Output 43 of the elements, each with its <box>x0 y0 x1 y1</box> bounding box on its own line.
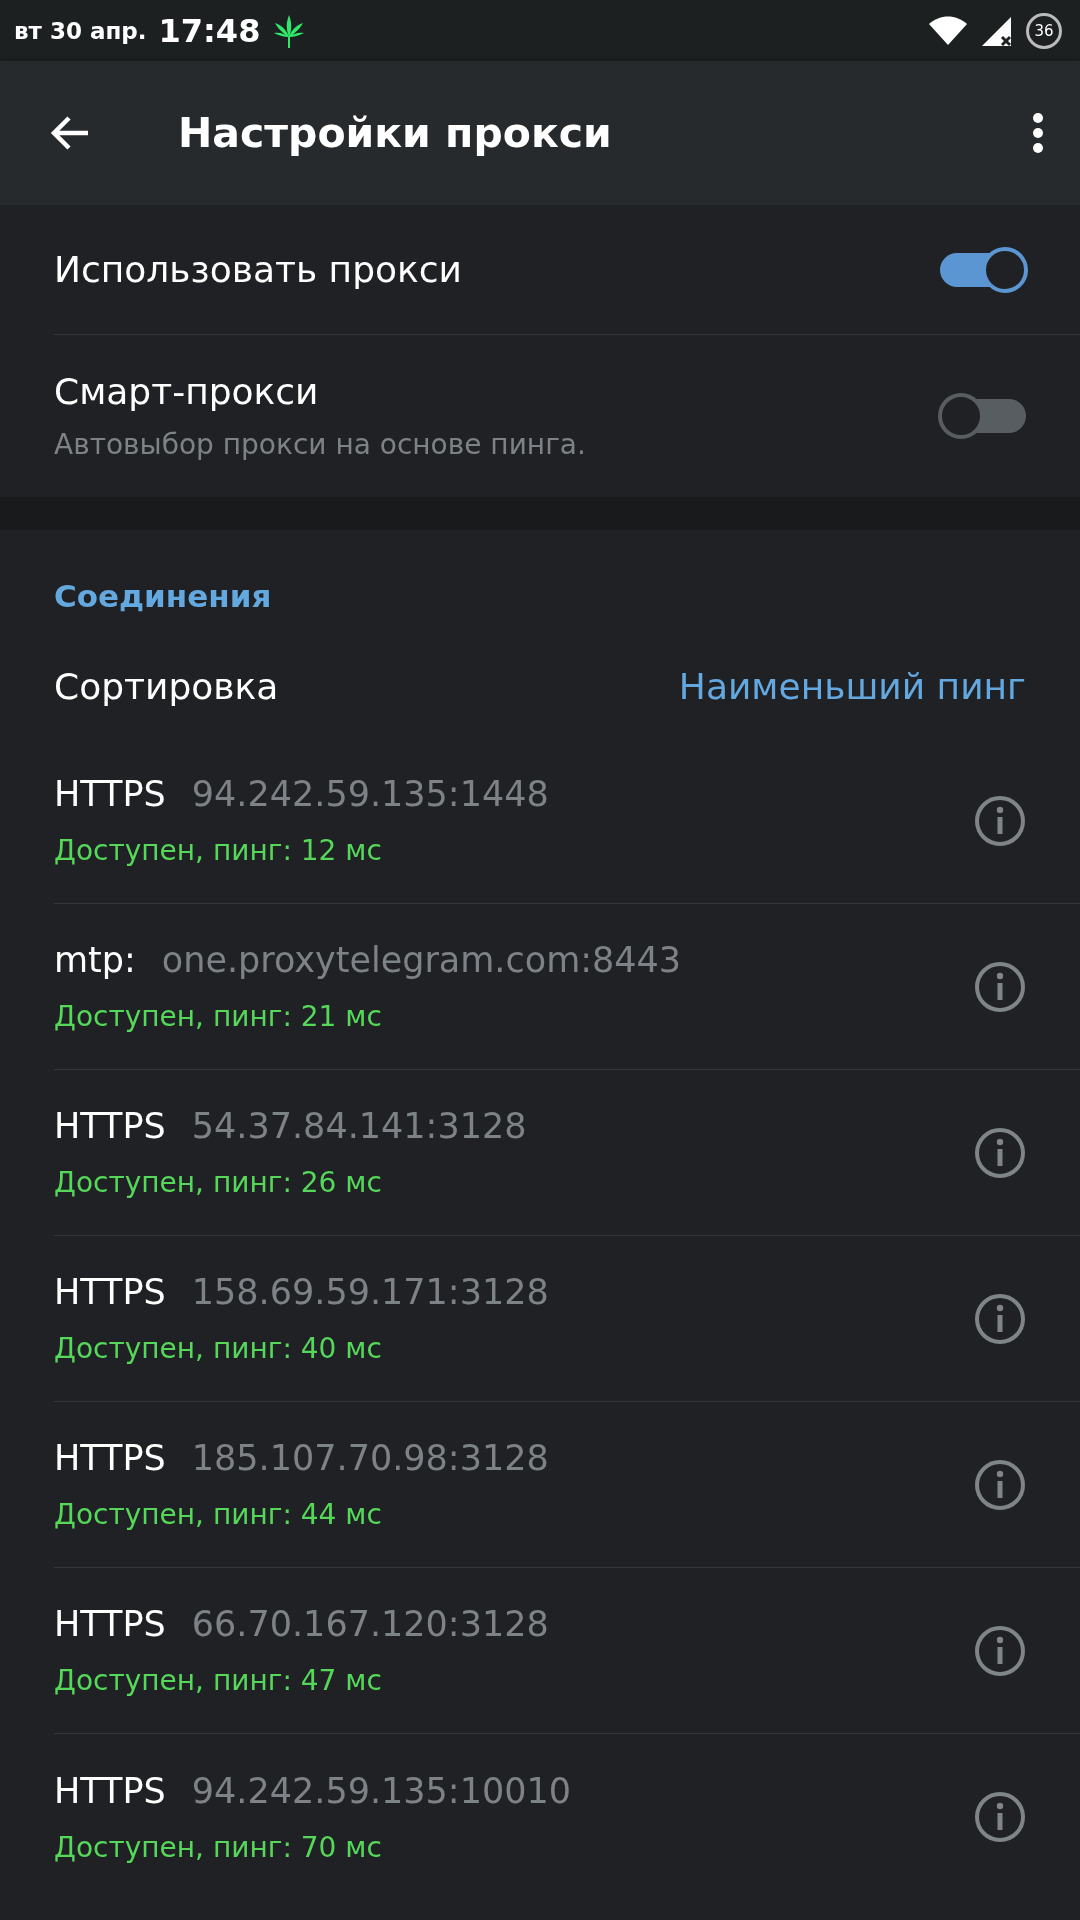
proxy-address: 54.37.84.141:3128 <box>191 1106 527 1146</box>
screen-title: Настройки прокси <box>178 109 612 157</box>
toggle-switch[interactable] <box>938 246 1028 293</box>
info-icon[interactable] <box>974 794 1026 847</box>
info-icon[interactable] <box>974 1292 1026 1345</box>
proxy-address: 94.242.59.135:1448 <box>191 774 549 814</box>
setting-title: Смарт-прокси <box>54 371 320 412</box>
more-options-icon[interactable] <box>1032 112 1044 154</box>
proxy-type: HTTPS <box>54 1770 166 1811</box>
battery-indicator: 36 <box>1026 12 1062 49</box>
sort-label: Сортировка <box>54 665 279 707</box>
proxy-status: Доступен, пинг: 26 мс <box>54 1166 383 1199</box>
proxy-status: Доступен, пинг: 21 мс <box>54 1000 383 1033</box>
proxy-status: Доступен, пинг: 47 мс <box>54 1664 383 1697</box>
section-header: Соединения <box>54 577 273 616</box>
proxy-type: HTTPS <box>54 1272 166 1312</box>
proxy-address: 158.69.59.171:3128 <box>191 1272 549 1312</box>
info-icon[interactable] <box>974 1458 1026 1511</box>
proxy-status: Доступен, пинг: 40 мс <box>54 1332 383 1365</box>
sort-value[interactable]: Наименьший пинг <box>678 665 1026 707</box>
setting-title: Использовать прокси <box>54 249 463 290</box>
proxy-address: 185.107.70.98:3128 <box>191 1438 549 1478</box>
status-time: 17:48 <box>158 11 261 50</box>
proxy-type: HTTPS <box>54 1438 166 1478</box>
proxy-type: HTTPS <box>54 1106 166 1146</box>
info-icon[interactable] <box>974 1126 1026 1179</box>
info-icon[interactable] <box>974 1791 1026 1843</box>
proxy-address: one.proxytelegram.com:8443 <box>161 940 682 980</box>
proxy-address: 94.242.59.135:10010 <box>191 1770 571 1811</box>
wifi-icon <box>928 15 968 46</box>
proxy-type: mtp: <box>54 940 136 980</box>
proxy-type: HTTPS <box>54 1604 166 1644</box>
proxy-address: 66.70.167.120:3128 <box>191 1604 549 1644</box>
info-icon[interactable] <box>974 960 1026 1013</box>
proxy-type: HTTPS <box>54 774 166 814</box>
proxy-status: Доступен, пинг: 44 мс <box>54 1498 383 1531</box>
back-arrow-icon[interactable] <box>50 115 90 151</box>
toggle-switch[interactable] <box>938 393 1028 439</box>
info-icon[interactable] <box>974 1624 1026 1677</box>
status-date: вт 30 апр. <box>14 17 147 44</box>
proxy-status: Доступен, пинг: 12 мс <box>54 834 383 867</box>
setting-description: Автовыбор прокси на основе пинга. <box>54 428 587 461</box>
proxy-status: Доступен, пинг: 70 мс <box>54 1830 383 1864</box>
